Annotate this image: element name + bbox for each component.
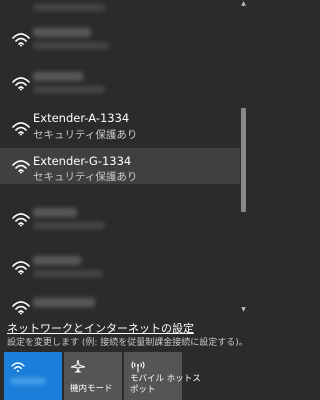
wifi-signal-icon bbox=[10, 27, 32, 47]
wifi-tile-label-blurred bbox=[10, 378, 46, 384]
network-name-blurred bbox=[33, 298, 95, 307]
wifi-network-item[interactable] bbox=[0, 292, 240, 316]
network-status: セキュリティ保護あり bbox=[33, 129, 138, 141]
airplane-mode-tile[interactable]: 機内モード bbox=[64, 352, 122, 400]
mobile-hotspot-label-line2: ポット bbox=[130, 385, 156, 395]
network-status: セキュリティ保護あり bbox=[33, 171, 138, 183]
wifi-icon bbox=[10, 358, 26, 372]
wifi-signal-icon bbox=[10, 255, 32, 275]
network-settings-description: 設定を変更します (例: 接続を従量制課金接続に設定する)。 bbox=[7, 338, 248, 348]
network-name-blurred bbox=[33, 256, 81, 265]
mobile-hotspot-tile[interactable]: モバイル ホットス ポット bbox=[124, 352, 201, 400]
wifi-signal-icon bbox=[10, 154, 32, 174]
scrollbar[interactable]: ▲ ▼ bbox=[240, 0, 247, 316]
network-name-blurred bbox=[33, 72, 83, 81]
wifi-network-item-hovered[interactable]: Extender-G-1334 セキュリティ保護あり bbox=[0, 148, 240, 184]
network-name: Extender-G-1334 bbox=[33, 154, 132, 168]
hotspot-icon bbox=[130, 358, 146, 373]
wifi-signal-icon bbox=[10, 71, 32, 91]
wifi-network-item[interactable] bbox=[0, 246, 240, 296]
scroll-up-arrow-icon[interactable]: ▲ bbox=[240, 0, 247, 8]
wifi-signal-icon bbox=[10, 207, 32, 227]
wifi-network-item[interactable] bbox=[0, 58, 240, 108]
wifi-network-item[interactable] bbox=[0, 198, 240, 248]
network-status-blurred bbox=[33, 4, 105, 11]
network-status-blurred bbox=[33, 270, 103, 277]
wifi-network-list: Extender-A-1334 セキュリティ保護あり Extender-G-13… bbox=[0, 0, 240, 316]
mobile-hotspot-label-line1: モバイル ホットス bbox=[130, 374, 201, 384]
network-name: Extender-A-1334 bbox=[33, 111, 130, 125]
wifi-network-item[interactable]: Extender-A-1334 セキュリティ保護あり bbox=[0, 104, 240, 154]
wifi-toggle-tile[interactable] bbox=[4, 352, 62, 400]
network-status-blurred bbox=[33, 222, 105, 229]
airplane-mode-label: 機内モード bbox=[70, 384, 113, 394]
scroll-down-arrow-icon[interactable]: ▼ bbox=[240, 306, 247, 314]
network-settings-link[interactable]: ネットワークとインターネットの設定 bbox=[7, 320, 194, 336]
network-status-blurred bbox=[33, 86, 105, 93]
network-status-blurred bbox=[33, 42, 109, 49]
wifi-network-item[interactable] bbox=[0, 12, 240, 62]
scrollbar-thumb[interactable] bbox=[241, 108, 246, 212]
airplane-icon bbox=[70, 358, 86, 373]
wifi-signal-icon bbox=[10, 116, 32, 136]
network-name-blurred bbox=[33, 28, 91, 37]
wifi-signal-icon bbox=[10, 295, 32, 315]
network-name-blurred bbox=[33, 208, 77, 217]
